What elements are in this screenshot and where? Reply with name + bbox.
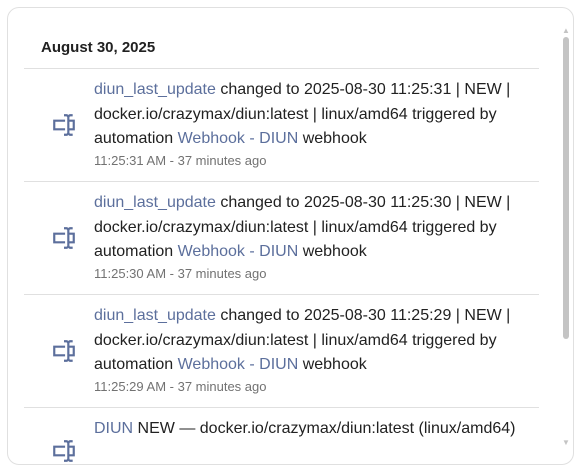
logbook-entry: diun_last_update changed to 2025-08-30 1…: [24, 68, 539, 181]
entry-message: diun_last_update changed to 2025-08-30 1…: [94, 78, 534, 152]
logbook-entry: diun_last_update changed to 2025-08-30 1…: [24, 181, 539, 294]
entry-message: diun_last_update changed to 2025-08-30 1…: [94, 304, 534, 378]
entity-link[interactable]: diun_last_update: [94, 81, 216, 98]
logbook-entry: DIUN NEW — docker.io/crazymax/diun:lates…: [24, 407, 539, 464]
scroll-up-arrow-icon[interactable]: ▲: [562, 27, 570, 35]
logbook-entries: diun_last_update changed to 2025-08-30 1…: [24, 68, 539, 464]
entity-link[interactable]: diun_last_update: [94, 307, 216, 324]
entity-link[interactable]: diun_last_update: [94, 194, 216, 211]
form-textbox-icon: [51, 225, 77, 251]
form-textbox-icon: [51, 338, 77, 364]
date-header: August 30, 2025: [41, 39, 156, 56]
form-textbox-icon: [51, 438, 77, 464]
entry-timestamp: 11:25:30 AM - 37 minutes ago: [94, 266, 267, 281]
entry-timestamp: 11:25:31 AM - 37 minutes ago: [94, 153, 267, 168]
entry-text: NEW — docker.io/crazymax/diun:latest (li…: [133, 420, 516, 437]
automation-link[interactable]: Webhook - DIUN: [178, 356, 299, 373]
entry-timestamp: 11:25:29 AM - 37 minutes ago: [94, 379, 267, 394]
logbook-card: August 30, 2025 diun_last_update changed…: [7, 7, 574, 465]
logbook-entry: diun_last_update changed to 2025-08-30 1…: [24, 294, 539, 407]
scrollbar[interactable]: ▲ ▼: [559, 8, 573, 464]
entry-text-suffix: webhook: [298, 130, 367, 147]
scroll-down-arrow-icon[interactable]: ▼: [562, 439, 570, 447]
automation-link[interactable]: Webhook - DIUN: [178, 243, 299, 260]
entry-message: DIUN NEW — docker.io/crazymax/diun:lates…: [94, 417, 534, 442]
form-textbox-icon: [51, 112, 77, 138]
entry-text-suffix: webhook: [298, 243, 367, 260]
entity-link[interactable]: DIUN: [94, 420, 133, 437]
scrollbar-thumb[interactable]: [563, 37, 569, 339]
automation-link[interactable]: Webhook - DIUN: [178, 130, 299, 147]
entry-message: diun_last_update changed to 2025-08-30 1…: [94, 191, 534, 265]
entry-text-suffix: webhook: [298, 356, 367, 373]
